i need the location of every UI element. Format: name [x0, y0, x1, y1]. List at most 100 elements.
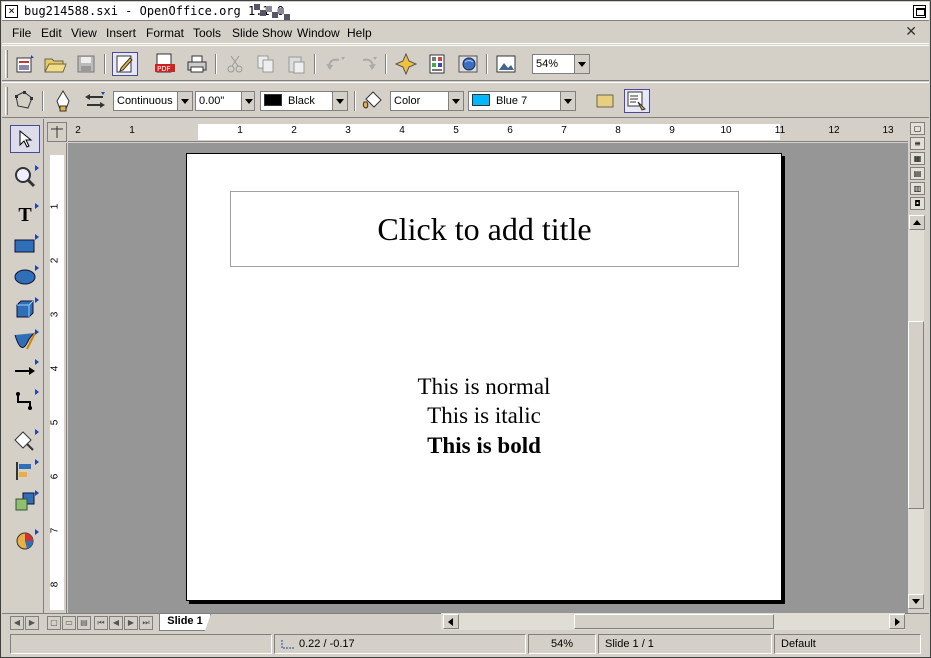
scroll-down-arrow-icon[interactable] [908, 594, 924, 609]
scroll-left-arrow-icon[interactable] [443, 614, 459, 629]
connector-tool-icon[interactable] [10, 387, 40, 415]
hruler-label: 5 [453, 125, 459, 136]
scroll-left-icon[interactable]: ◀ [10, 616, 24, 630]
area-style-dropdown-arrow-icon[interactable] [448, 91, 464, 111]
slide-sorter-view-icon[interactable]: ▦ [910, 152, 925, 165]
line-width-spin-icon[interactable] [241, 91, 255, 111]
edit-file-icon[interactable] [112, 52, 138, 76]
master-mode-icon[interactable]: ▭ [62, 616, 76, 630]
slide-canvas[interactable]: Click to add title This is normal This i… [68, 143, 908, 613]
menu-edit[interactable]: Edit [41, 26, 62, 40]
last-slide-icon[interactable]: ⏭ [139, 616, 153, 630]
horizontal-scroll-thumb[interactable] [574, 614, 774, 629]
zoom-tool-icon[interactable] [10, 163, 40, 191]
scroll-right-arrow-icon[interactable] [889, 614, 905, 629]
layer-mode-icon[interactable]: ▤ [77, 616, 91, 630]
data-sources-icon[interactable] [455, 52, 481, 76]
edit-points-icon[interactable] [11, 89, 37, 113]
document-close-icon[interactable]: ✕ [905, 24, 917, 40]
export-pdf-icon[interactable]: PDF [152, 52, 178, 76]
edit-glue-points-icon[interactable] [624, 89, 650, 113]
area-color-label: Blue 7 [496, 95, 528, 107]
line-style-dropdown-arrow-icon[interactable] [177, 91, 193, 111]
area-fill-icon[interactable] [360, 89, 386, 113]
new-document-icon[interactable] [12, 52, 38, 76]
text-tool-icon[interactable]: T [10, 201, 40, 229]
menu-format[interactable]: Format [146, 26, 184, 40]
status-zoom[interactable]: 54% [528, 634, 596, 654]
3d-objects-tool-icon[interactable] [10, 295, 40, 323]
handout-view-icon[interactable]: ▥ [910, 182, 925, 195]
text-line-italic[interactable]: This is italic [187, 403, 781, 429]
next-slide-icon[interactable]: ▶ [124, 616, 138, 630]
paste-icon[interactable] [283, 52, 309, 76]
first-slide-icon[interactable]: ⏮ [94, 616, 108, 630]
curve-tool-icon[interactable] [10, 327, 40, 355]
object-bar: Continuous 0.00" Black Color Blue 7 [2, 82, 929, 118]
toolbar-grip[interactable] [5, 50, 8, 78]
alignment-tool-icon[interactable] [10, 457, 40, 485]
menu-slide-show[interactable]: Slide Show [232, 26, 292, 40]
start-show-icon[interactable]: ◘ [910, 197, 925, 210]
area-color-dropdown-arrow-icon[interactable] [560, 91, 576, 111]
menu-file[interactable]: File [12, 26, 31, 40]
menu-tools[interactable]: Tools [193, 26, 221, 40]
previous-slide-icon[interactable]: ◀ [109, 616, 123, 630]
open-folder-icon[interactable] [42, 52, 68, 76]
title-placeholder-text: Click to add title [377, 210, 592, 247]
line-color-combobox[interactable]: Black [260, 91, 332, 111]
menu-window[interactable]: Window [297, 26, 340, 40]
arrow-style-icon[interactable] [82, 89, 108, 113]
slide-mode-icon[interactable]: ▢ [47, 616, 61, 630]
select-tool-icon[interactable] [10, 125, 40, 153]
vertical-ruler[interactable]: 1 2 3 4 5 6 7 8 [47, 143, 67, 613]
notes-view-icon[interactable]: ▤ [910, 167, 925, 180]
copy-icon[interactable] [253, 52, 279, 76]
navigator-icon[interactable] [393, 52, 419, 76]
zoom-combobox[interactable]: 54% [532, 54, 574, 74]
scroll-right-icon[interactable]: ▶ [25, 616, 39, 630]
menu-view[interactable]: View [71, 26, 97, 40]
text-line-normal[interactable]: This is normal [187, 374, 781, 400]
horizontal-ruler[interactable]: 2 1 1 2 3 4 5 6 7 8 9 10 11 12 13 [68, 122, 908, 142]
zoom-dropdown-arrow-icon[interactable] [574, 54, 590, 74]
area-style-combobox[interactable]: Color [390, 91, 448, 111]
vertical-scroll-thumb[interactable] [908, 321, 924, 509]
insert-chart-tool-icon[interactable] [10, 527, 40, 555]
shadow-icon[interactable] [592, 89, 618, 113]
lines-arrows-tool-icon[interactable] [10, 357, 40, 385]
vruler-label: 4 [49, 365, 61, 372]
save-icon[interactable] [73, 52, 99, 76]
line-icon[interactable] [50, 89, 76, 113]
area-color-combobox[interactable]: Blue 7 [468, 91, 560, 111]
vruler-label: 8 [49, 581, 61, 588]
window-close-icon[interactable]: × [5, 5, 18, 18]
ellipse-tool-icon[interactable] [10, 263, 40, 291]
titlebar-decoration-icon [254, 4, 290, 20]
line-width-spinbox[interactable]: 0.00" [195, 91, 241, 111]
undo-icon[interactable] [322, 52, 348, 76]
insert-image-icon[interactable] [493, 52, 519, 76]
title-placeholder-box[interactable]: Click to add title [230, 191, 739, 267]
cut-icon[interactable] [222, 52, 248, 76]
gallery-icon[interactable] [424, 52, 450, 76]
print-icon[interactable] [184, 52, 210, 76]
arrange-tool-icon[interactable] [10, 488, 40, 516]
menu-help[interactable]: Help [347, 26, 372, 40]
effects-tool-icon[interactable] [10, 427, 40, 455]
window-maximize-icon[interactable] [913, 5, 926, 18]
redo-icon[interactable] [354, 52, 380, 76]
line-color-dropdown-arrow-icon[interactable] [332, 91, 348, 111]
drawing-view-icon[interactable]: ▢ [910, 122, 925, 135]
tab-slide-1[interactable]: Slide 1 [159, 614, 211, 631]
rectangle-tool-icon[interactable] [10, 232, 40, 260]
line-style-combobox[interactable]: Continuous [113, 91, 177, 111]
ruler-origin[interactable] [47, 122, 67, 142]
status-layout: Default [774, 634, 921, 654]
menu-insert[interactable]: Insert [106, 26, 136, 40]
slide-page[interactable]: Click to add title This is normal This i… [186, 153, 782, 601]
outline-view-icon[interactable]: ≡ [910, 137, 925, 150]
scroll-up-arrow-icon[interactable] [909, 215, 925, 230]
text-line-bold[interactable]: This is bold [187, 433, 781, 459]
toolbar-grip[interactable] [5, 87, 8, 115]
